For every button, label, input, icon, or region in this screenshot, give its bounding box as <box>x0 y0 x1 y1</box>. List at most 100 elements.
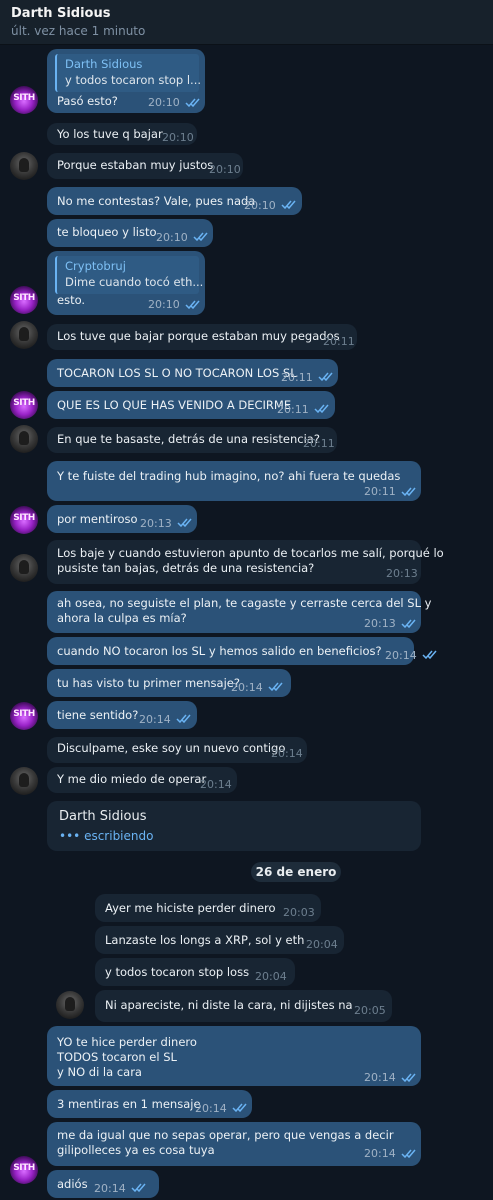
avatar-contact[interactable] <box>10 152 38 180</box>
message-bubble[interactable]: Y te fuiste del trading hub imagino, no?… <box>47 461 421 501</box>
double-check-icon <box>131 1183 147 1192</box>
message-bubble[interactable]: QUE ES LO QUE HAS VENIDO A DECIRME 20:11 <box>47 391 335 419</box>
message-time: 20:13 <box>364 617 396 630</box>
message-time: 20:04 <box>306 938 338 951</box>
avatar-darth-sidious[interactable]: SITH <box>10 702 38 730</box>
message-bubble[interactable]: cuando NO tocaron los SL y hemos salido … <box>47 637 437 665</box>
message-bubble[interactable]: Disculpame, eske soy un nuevo contigo 20… <box>47 737 307 763</box>
message-bubble[interactable]: me da igual que no sepas operar, pero qu… <box>47 1122 421 1166</box>
avatar-contact[interactable] <box>10 554 38 582</box>
typing-status: ••• escribiendo <box>59 829 153 843</box>
message-bubble[interactable]: Porque estaban muy justos 20:10 <box>47 153 243 179</box>
message-text: tu has visto tu primer mensaje? <box>57 676 240 690</box>
message-time: 20:14 <box>231 681 263 694</box>
message-bubble[interactable]: Ayer me hiciste perder dinero 20:03 <box>95 894 321 922</box>
double-check-icon <box>401 1149 417 1158</box>
reply-quote[interactable]: Darth Sidious y todos tocaron stop l... <box>55 54 202 92</box>
message-text: tiene sentido? <box>57 708 139 722</box>
message-bubble[interactable]: En que te basaste, detrás de una resiste… <box>47 427 337 453</box>
reply-author: Cryptobruj <box>65 259 126 273</box>
message-time: 20:10 <box>244 199 276 212</box>
reply-quote[interactable]: Cryptobruj Dime cuando tocó eth... <box>55 256 203 294</box>
avatar-darth-sidious[interactable]: SITH <box>10 286 38 314</box>
double-check-icon <box>318 372 334 381</box>
message-text: adiós <box>57 1177 88 1191</box>
avatar-darth-sidious[interactable]: SITH <box>10 391 38 419</box>
double-check-icon <box>232 1103 248 1112</box>
contact-name[interactable]: Darth Sidious <box>11 6 110 21</box>
message-time: 20:14 <box>385 649 417 662</box>
message-text: YO te hice perder dinero TODOS tocaron e… <box>57 1035 197 1079</box>
message-text: Y te fuiste del trading hub imagino, no?… <box>57 469 401 483</box>
message-time: 20:11 <box>323 335 355 348</box>
message-bubble[interactable]: y todos tocaron stop loss 20:04 <box>95 958 295 986</box>
double-check-icon <box>185 300 201 309</box>
message-text: por mentiroso <box>57 512 138 526</box>
chat-header[interactable]: Darth Sidious últ. vez hace 1 minuto <box>0 0 493 45</box>
message-time: 20:11 <box>303 437 335 450</box>
message-bubble[interactable]: Yo los tuve q bajar 20:10 <box>47 123 197 145</box>
message-bubble[interactable]: Y me dio miedo de operar 20:14 <box>47 767 237 793</box>
message-bubble[interactable]: Los tuve que bajar porque estaban muy pe… <box>47 324 357 350</box>
message-text: Pasó esto? <box>57 94 118 108</box>
avatar-darth-sidious[interactable]: SITH <box>10 1156 38 1184</box>
message-text: Y me dio miedo de operar <box>57 772 207 786</box>
message-text: 3 mentiras en 1 mensaje <box>57 1097 201 1111</box>
reply-text: y todos tocaron stop l... <box>65 73 202 87</box>
typing-dots-icon: ••• <box>59 829 81 843</box>
avatar-contact[interactable] <box>10 767 38 795</box>
message-bubble[interactable]: Los baje y cuando estuvieron apunto de t… <box>47 540 444 584</box>
message-time: 20:10 <box>156 231 188 244</box>
date-separator: 26 de enero <box>251 862 341 882</box>
message-text: Los tuve que bajar porque estaban muy pe… <box>57 329 340 343</box>
message-bubble[interactable]: YO te hice perder dinero TODOS tocaron e… <box>47 1026 421 1086</box>
message-time: 20:14 <box>364 1147 396 1160</box>
typing-name: Darth Sidious <box>59 809 147 824</box>
reply-text: Dime cuando tocó eth... <box>65 275 204 289</box>
message-text: Ni apareciste, ni diste la cara, ni diji… <box>105 998 353 1012</box>
message-bubble[interactable]: por mentiroso 20:13 <box>47 505 197 533</box>
message-bubble[interactable]: Darth Sidious y todos tocaron stop l... … <box>47 49 205 113</box>
double-check-icon <box>193 232 209 241</box>
message-text: Lanzaste los longs a XRP, sol y eth <box>105 933 305 947</box>
message-text: me da igual que no sepas operar, pero qu… <box>57 1128 394 1157</box>
double-check-icon <box>401 1073 417 1082</box>
message-text: Disculpame, eske soy un nuevo contigo <box>57 741 286 755</box>
message-time: 20:10 <box>209 163 241 176</box>
message-time: 20:05 <box>354 1004 386 1017</box>
message-time: 20:14 <box>200 778 232 791</box>
message-text: Porque estaban muy justos <box>57 158 214 172</box>
avatar-darth-sidious[interactable]: SITH <box>10 506 38 534</box>
message-bubble[interactable]: TOCARON LOS SL O NO TOCARON LOS SL 20:11 <box>47 359 338 387</box>
message-time: 20:10 <box>148 298 180 311</box>
double-check-icon <box>401 487 417 496</box>
message-text: cuando NO tocaron los SL y hemos salido … <box>57 644 382 658</box>
message-time: 20:14 <box>195 1102 227 1115</box>
message-bubble[interactable]: Ni apareciste, ni diste la cara, ni diji… <box>95 990 392 1022</box>
message-bubble[interactable]: te bloqueo y listo 20:10 <box>47 219 213 247</box>
double-check-icon <box>185 98 201 107</box>
double-check-icon <box>177 518 193 527</box>
message-bubble[interactable]: Lanzaste los longs a XRP, sol y eth 20:0… <box>95 926 344 954</box>
message-time: 20:14 <box>94 1182 126 1195</box>
message-time: 20:10 <box>162 131 194 144</box>
message-bubble[interactable]: adiós 20:14 <box>47 1170 159 1198</box>
message-time: 20:14 <box>139 713 171 726</box>
typing-status-text: escribiendo <box>84 829 154 843</box>
message-time: 20:10 <box>148 96 180 109</box>
message-bubble[interactable]: tiene sentido? 20:14 <box>47 701 197 729</box>
avatar-contact[interactable] <box>10 425 38 453</box>
message-bubble[interactable]: tu has visto tu primer mensaje? 20:14 <box>47 669 291 697</box>
message-time: 20:04 <box>255 970 287 983</box>
message-text: TOCARON LOS SL O NO TOCARON LOS SL <box>57 366 297 380</box>
message-bubble[interactable]: Cryptobruj Dime cuando tocó eth... esto.… <box>47 251 205 315</box>
avatar-contact[interactable] <box>10 321 38 349</box>
avatar-darth-sidious[interactable]: SITH <box>10 86 38 114</box>
message-bubble[interactable]: 3 mentiras en 1 mensaje 20:14 <box>47 1090 252 1118</box>
message-time: 20:13 <box>140 517 172 530</box>
message-bubble[interactable]: ah osea, no seguiste el plan, te cagaste… <box>47 591 431 633</box>
message-text: esto. <box>57 293 86 307</box>
avatar-contact[interactable] <box>56 991 84 1019</box>
message-bubble[interactable]: No me contestas? Vale, pues nada 20:10 <box>47 187 302 215</box>
reply-author: Darth Sidious <box>65 57 143 71</box>
